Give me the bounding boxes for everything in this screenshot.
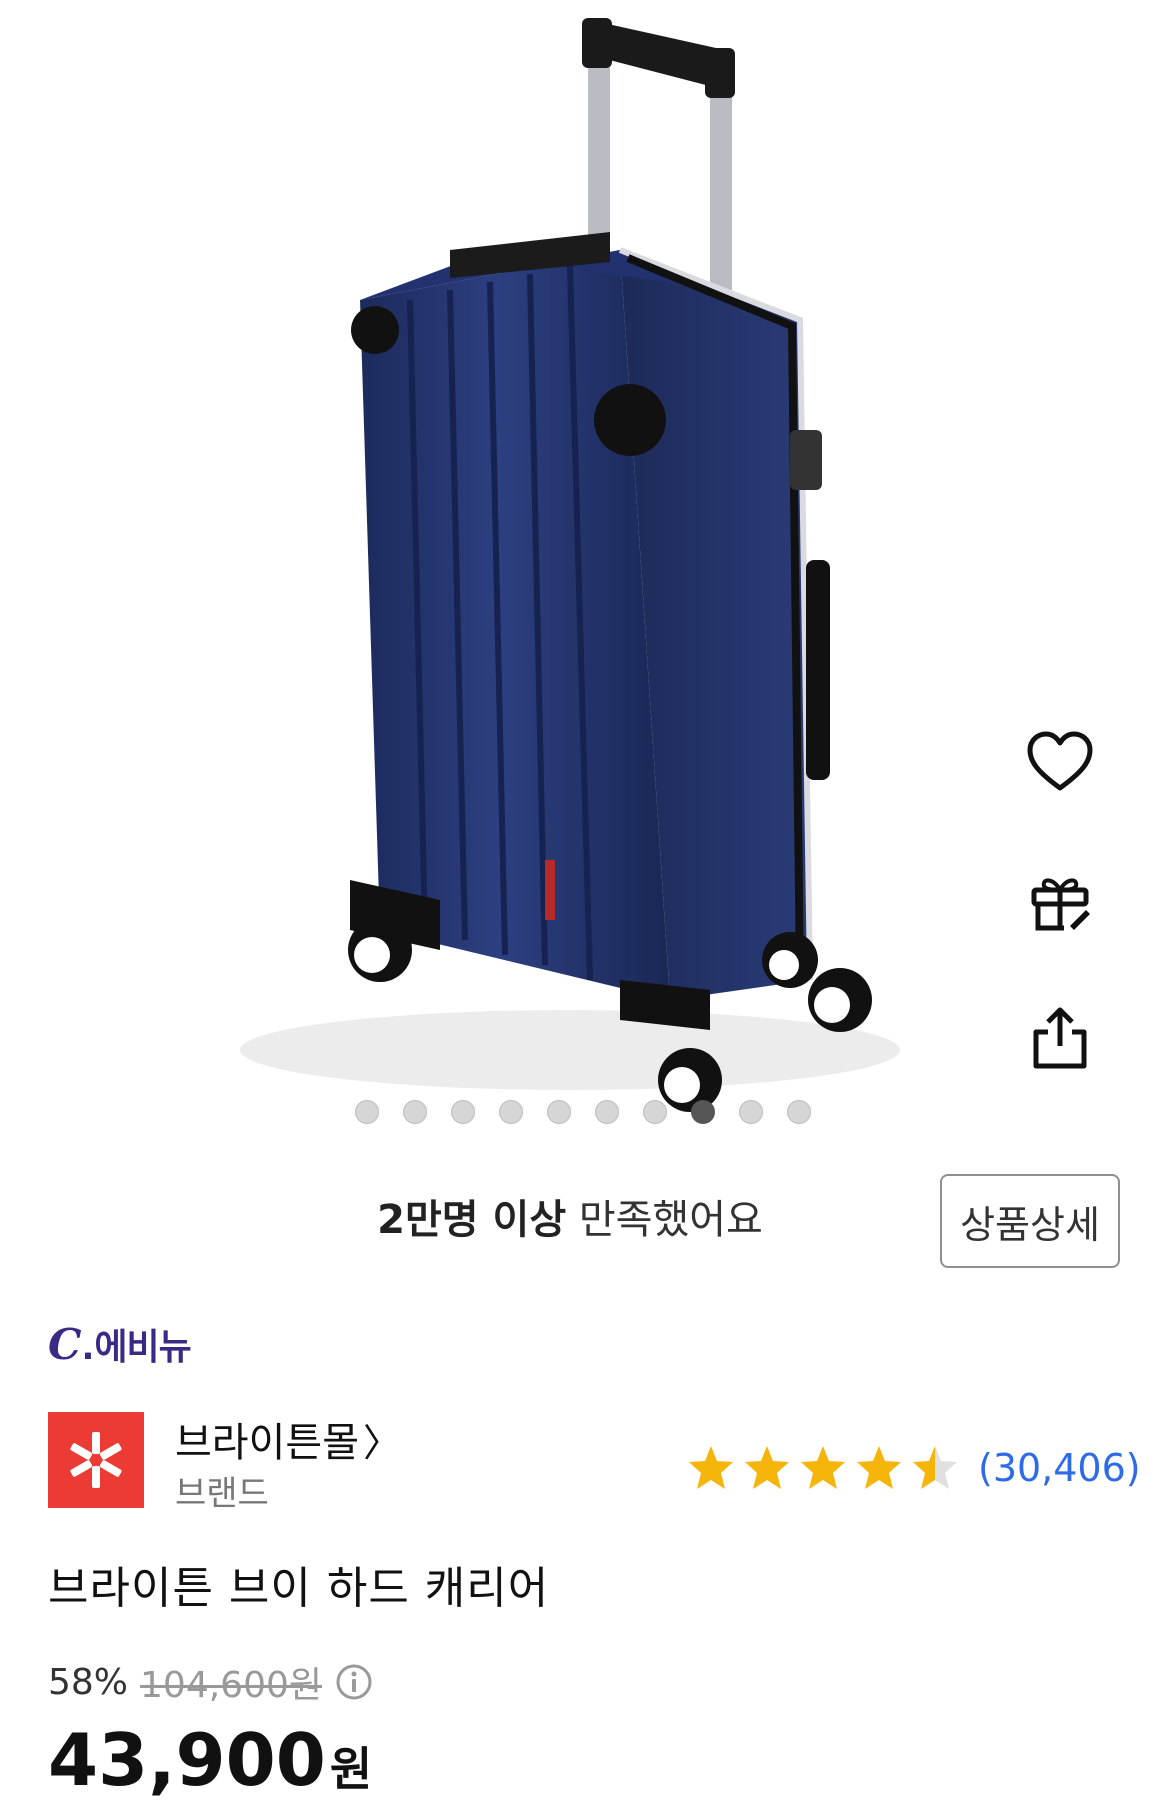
discount-rate: 58%	[48, 1661, 129, 1703]
star-icon	[857, 1446, 901, 1489]
product-image[interactable]	[150, 0, 1010, 1120]
gallery-dot[interactable]	[643, 1100, 667, 1124]
brand-logo-text: 에비뉴	[94, 1327, 191, 1368]
seller-name: 브라이튼몰	[175, 1420, 359, 1466]
gallery-dot[interactable]	[547, 1100, 571, 1124]
review-count[interactable]: (30,406)	[978, 1446, 1141, 1490]
seller-type: 브랜드	[175, 1474, 269, 1514]
product-gallery[interactable]	[0, 0, 1170, 1140]
chevron-right-icon: 〉	[363, 1420, 402, 1465]
gallery-dot[interactable]	[499, 1100, 523, 1124]
gallery-pagination[interactable]	[355, 1100, 811, 1126]
star-icon	[745, 1446, 789, 1489]
star-rating	[686, 1443, 960, 1493]
star-icon	[801, 1446, 845, 1489]
product-detail-button[interactable]: 상품상세	[940, 1174, 1120, 1268]
gift-icon	[1031, 878, 1090, 931]
original-price: 104,600원	[140, 1665, 323, 1706]
brand-logo-dot: .	[81, 1328, 95, 1368]
product-title: 브라이튼 브이 하드 캐리어	[48, 1563, 550, 1614]
gallery-dot[interactable]	[787, 1100, 811, 1124]
gift-button[interactable]	[1020, 860, 1100, 940]
snowflake-logo-icon	[70, 1432, 122, 1488]
info-icon[interactable]	[334, 1662, 374, 1702]
brand-logo[interactable]: C. 에비뉴	[48, 1318, 192, 1369]
satisfaction-bold: 2만명 이상	[377, 1197, 567, 1243]
brand-logo-c: C	[48, 1320, 82, 1369]
gallery-dot[interactable]	[739, 1100, 763, 1124]
heart-icon	[1027, 731, 1093, 791]
gallery-dot[interactable]	[691, 1100, 715, 1124]
gallery-dot[interactable]	[595, 1100, 619, 1124]
share-icon	[1033, 1007, 1087, 1069]
discount-row: 58% 104,600원	[48, 1656, 374, 1708]
seller-link[interactable]: 브라이튼몰 〉	[175, 1410, 401, 1468]
satisfaction-rest: 만족했어요	[566, 1197, 763, 1243]
price-value: 43,900	[48, 1718, 326, 1801]
share-button[interactable]	[1020, 998, 1100, 1078]
gallery-dot[interactable]	[451, 1100, 475, 1124]
rating[interactable]: (30,406)	[686, 1440, 1141, 1496]
gallery-dot[interactable]	[403, 1100, 427, 1124]
star-icon	[689, 1446, 733, 1489]
gallery-dot[interactable]	[355, 1100, 379, 1124]
wishlist-button[interactable]	[1020, 722, 1100, 802]
price-unit: 원	[329, 1742, 373, 1796]
seller-logo[interactable]	[48, 1412, 144, 1508]
final-price: 43,900 원	[48, 1718, 372, 1801]
star-icon	[913, 1446, 957, 1489]
